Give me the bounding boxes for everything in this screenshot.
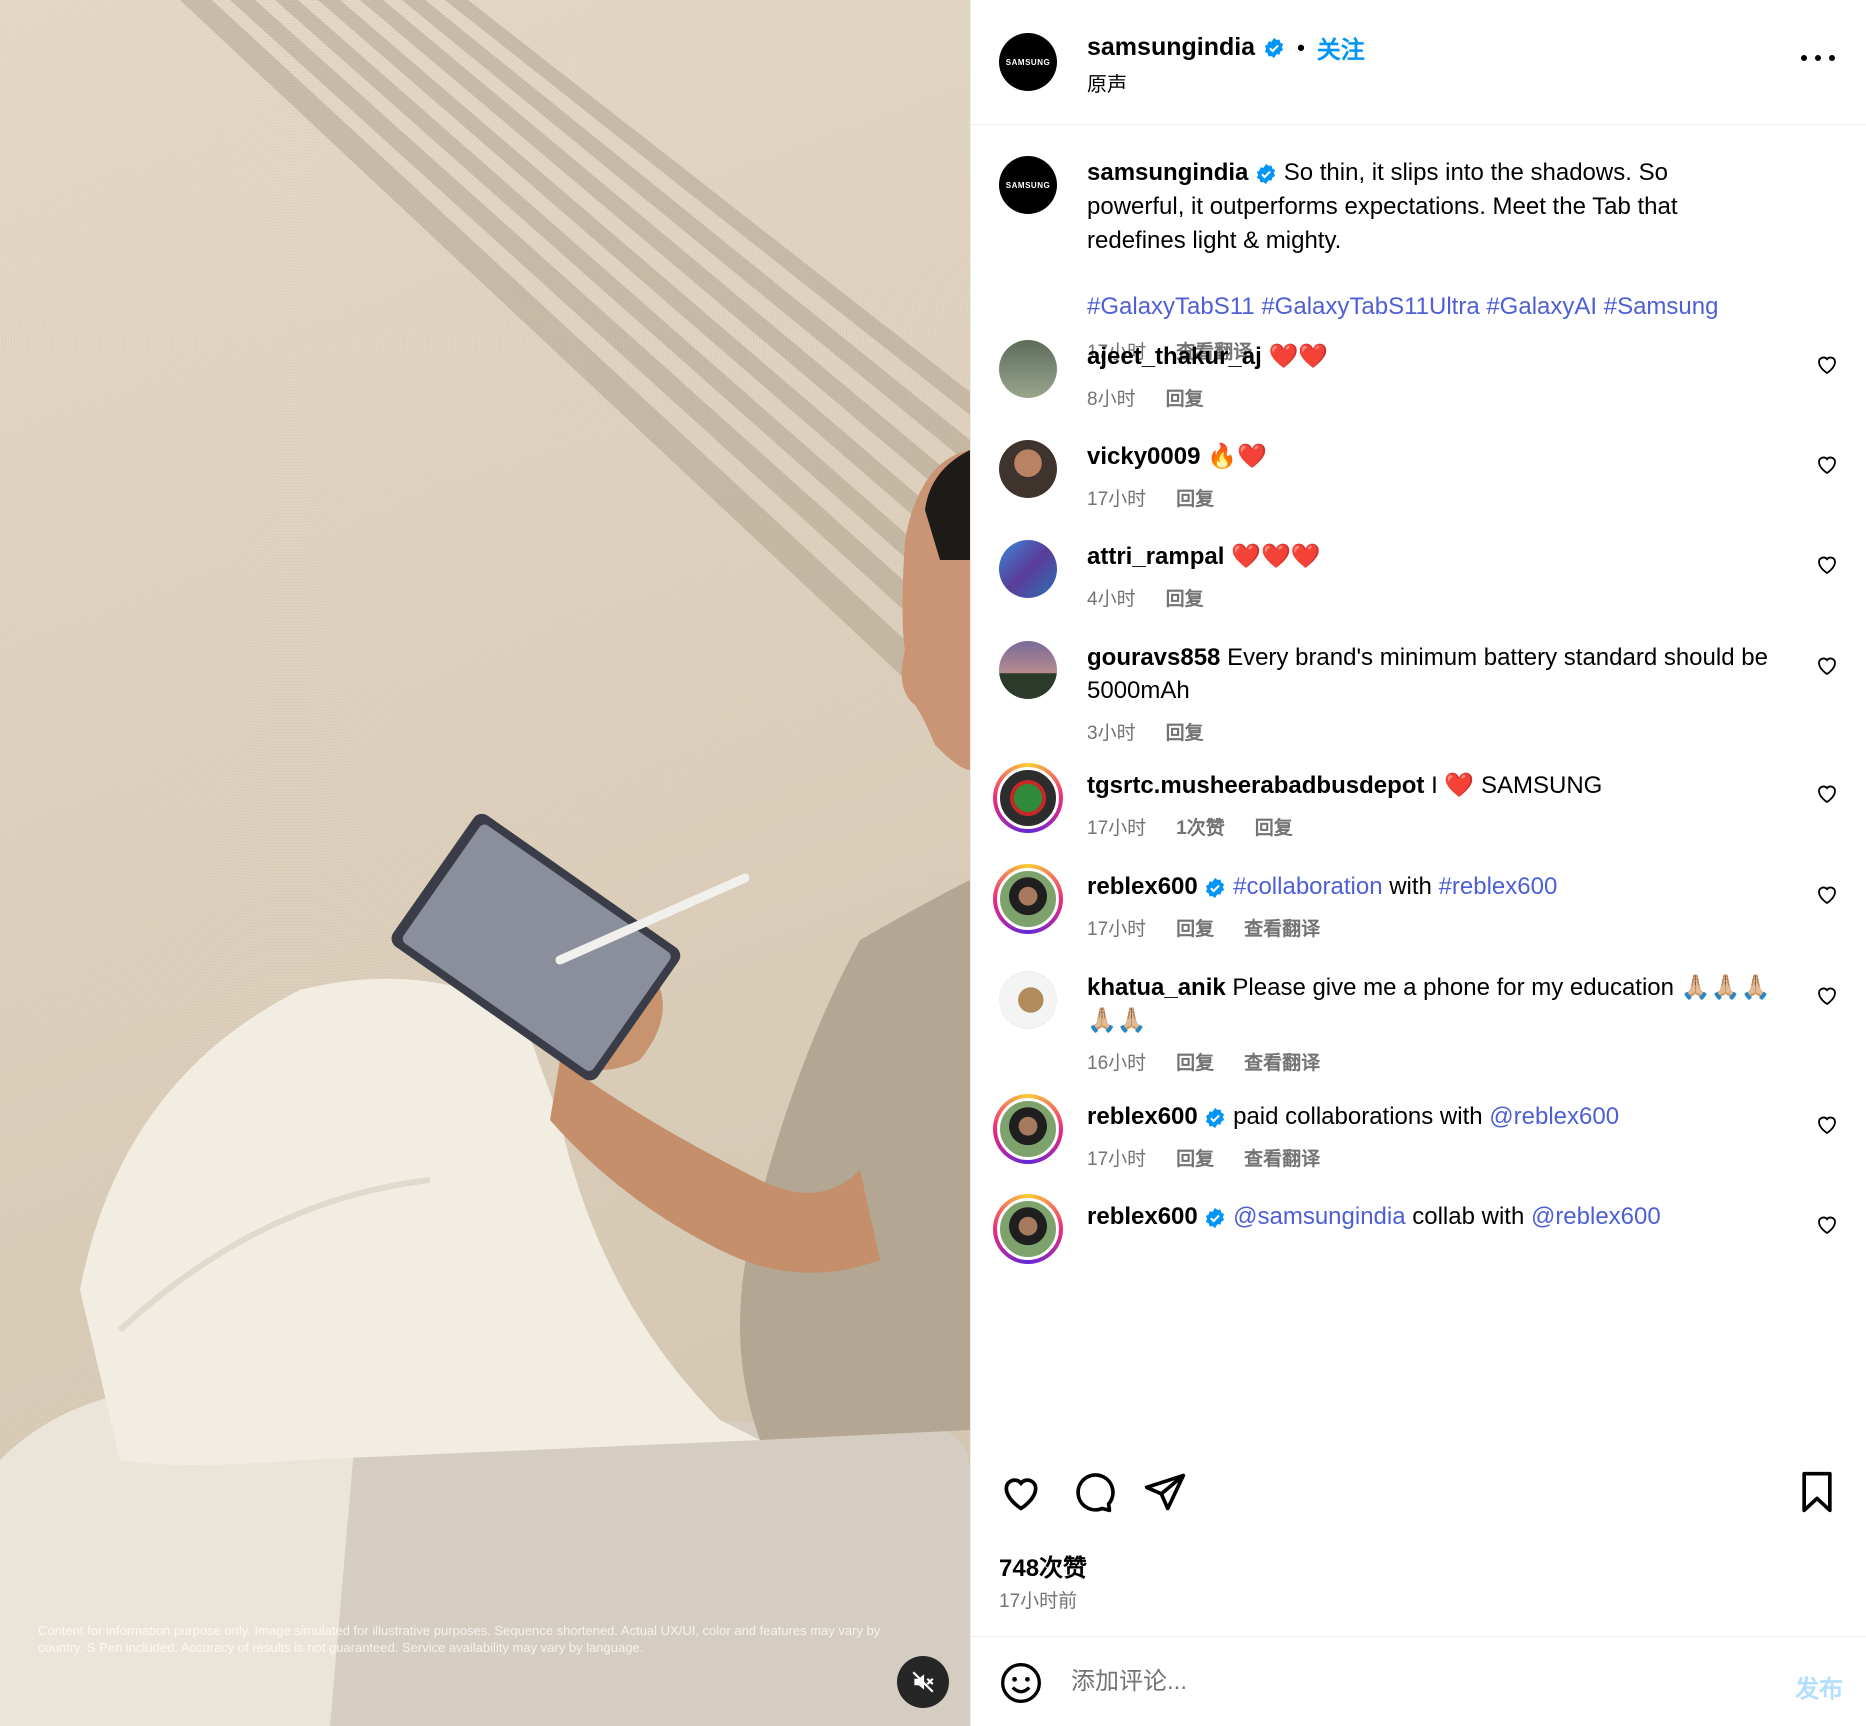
comment-time: 17小时 xyxy=(1087,489,1147,510)
post-actions: 748次赞 17小时前 xyxy=(971,1448,1866,1638)
comment-like-icon[interactable] xyxy=(1815,452,1839,476)
comment-username[interactable]: khatua_anik xyxy=(1087,974,1226,1001)
comment-username[interactable]: reblex600 xyxy=(1087,1203,1198,1230)
reply-button[interactable]: 回复 xyxy=(1255,812,1293,845)
media-disclaimer: Content for information purpose only. Im… xyxy=(38,1623,881,1655)
translate-button[interactable]: 查看翻译 xyxy=(1244,913,1320,946)
comment-mention[interactable]: @reblex600 xyxy=(1489,1103,1619,1130)
reply-button[interactable]: 回复 xyxy=(1166,717,1204,750)
comment-mention[interactable]: @reblex600 xyxy=(1531,1203,1661,1230)
comment-username[interactable]: tgsrtc.musheerabadbusdepot xyxy=(1087,772,1424,799)
comment-username[interactable]: gouravs858 xyxy=(1087,644,1220,671)
commenter-avatar[interactable] xyxy=(993,1194,1063,1264)
comment-time: 17小时 xyxy=(1087,1149,1147,1170)
share-icon[interactable] xyxy=(1143,1470,1187,1514)
comment-text: 🔥❤️ xyxy=(1207,443,1267,470)
follow-button[interactable]: 关注 xyxy=(1317,30,1365,65)
reply-button[interactable]: 回复 xyxy=(1176,483,1214,516)
account-avatar[interactable]: SAMSUNG xyxy=(999,33,1057,91)
comment-time: 16小时 xyxy=(1087,1053,1147,1074)
comment-text: with xyxy=(1382,873,1439,900)
comment-like-icon[interactable] xyxy=(1815,352,1839,376)
commenter-avatar[interactable] xyxy=(999,971,1057,1029)
post-image xyxy=(0,0,970,1726)
verified-badge-icon xyxy=(1206,877,1225,898)
comment-time: 3小时 xyxy=(1087,723,1136,744)
reply-button[interactable]: 回复 xyxy=(1166,583,1204,616)
translate-button[interactable]: 查看翻译 xyxy=(1244,1143,1320,1176)
commenter-avatar[interactable] xyxy=(999,540,1057,598)
comment-like-icon[interactable] xyxy=(1815,552,1839,576)
caption-hashtags[interactable]: #GalaxyTabS11 #GalaxyTabS11Ultra #Galaxy… xyxy=(1087,290,1767,324)
comment-like-icon[interactable] xyxy=(1815,781,1839,805)
commenter-avatar[interactable] xyxy=(999,440,1057,498)
verified-badge-icon xyxy=(1265,37,1284,58)
commenter-avatar[interactable] xyxy=(999,340,1057,398)
comment-like-icon[interactable] xyxy=(1815,882,1839,906)
heart-icon[interactable] xyxy=(999,1470,1043,1514)
verified-badge-icon xyxy=(1206,1107,1225,1128)
reply-button[interactable]: 回复 xyxy=(1176,1047,1214,1080)
verified-badge-icon xyxy=(1206,1207,1225,1228)
header-user-row: samsungindia • 关注 xyxy=(1087,30,1365,65)
reply-button[interactable]: 回复 xyxy=(1166,383,1204,416)
separator-dot: • xyxy=(1297,34,1305,60)
comment-hashtag[interactable]: #collaboration xyxy=(1233,873,1382,900)
reply-button[interactable]: 回复 xyxy=(1176,1143,1214,1176)
post-media[interactable]: Content for information purpose only. Im… xyxy=(0,0,970,1726)
comment-text: paid collaborations with xyxy=(1233,1103,1490,1130)
commenter-avatar[interactable] xyxy=(993,763,1063,833)
like-count[interactable]: 748次赞 xyxy=(999,1548,1087,1583)
comments-list[interactable]: SAMSUNG samsungindia So thin, it slips i… xyxy=(971,126,1866,1448)
comment-text: collab with xyxy=(1405,1203,1531,1230)
comment-likes[interactable]: 1次赞 xyxy=(1176,812,1225,845)
commenter-avatar[interactable] xyxy=(993,864,1063,934)
audio-label[interactable]: 原声 xyxy=(1087,68,1127,97)
header-username[interactable]: samsungindia xyxy=(1087,33,1255,62)
comment-like-icon[interactable] xyxy=(1815,1212,1839,1236)
comment-username[interactable]: attri_rampal xyxy=(1087,543,1224,570)
emoji-icon[interactable] xyxy=(999,1661,1043,1705)
comment-like-icon[interactable] xyxy=(1815,1112,1839,1136)
mute-icon xyxy=(912,1671,934,1693)
post-time: 17小时前 xyxy=(999,1591,1078,1612)
reply-button[interactable]: 回复 xyxy=(1176,913,1214,946)
comment-username[interactable]: vicky0009 xyxy=(1087,443,1200,470)
mute-button[interactable] xyxy=(897,1656,949,1708)
comment-like-icon[interactable] xyxy=(1815,653,1839,677)
commenter-avatar[interactable] xyxy=(993,1094,1063,1164)
verified-badge-icon xyxy=(1256,163,1276,184)
comment-text: ❤️❤️ xyxy=(1268,343,1329,370)
comment-time: 17小时 xyxy=(1087,818,1147,839)
comment-time: 8小时 xyxy=(1087,389,1136,410)
comment-icon[interactable] xyxy=(1071,1470,1115,1514)
comment-time: 4小时 xyxy=(1087,589,1136,610)
comment-text: I ❤️ SAMSUNG xyxy=(1431,772,1603,799)
comment-username[interactable]: reblex600 xyxy=(1087,873,1198,900)
caption-username[interactable]: samsungindia xyxy=(1087,159,1248,186)
more-icon xyxy=(1801,55,1807,61)
comment-like-icon[interactable] xyxy=(1815,983,1839,1007)
caption-avatar[interactable]: SAMSUNG xyxy=(999,156,1057,214)
post-header: SAMSUNG samsungindia • 关注 原声 xyxy=(971,0,1866,125)
comment-hashtag[interactable]: #reblex600 xyxy=(1439,873,1558,900)
bookmark-icon[interactable] xyxy=(1795,1470,1839,1514)
post-comment-button[interactable]: 发布 xyxy=(1795,1669,1843,1704)
post-sidebar: SAMSUNG samsungindia • 关注 原声 SAMSUNG sam… xyxy=(970,0,1866,1726)
comment-username[interactable]: reblex600 xyxy=(1087,1103,1198,1130)
comment-username[interactable]: ajeet_thakur_aj xyxy=(1087,343,1262,370)
add-comment-bar: 发布 xyxy=(971,1636,1866,1726)
commenter-avatar[interactable] xyxy=(999,641,1057,699)
comment-input[interactable] xyxy=(1071,1657,1691,1707)
more-options-button[interactable] xyxy=(1801,48,1835,68)
comment-time: 17小时 xyxy=(1087,919,1147,940)
comment-mention[interactable]: @samsungindia xyxy=(1233,1203,1405,1230)
comment-text: ❤️❤️❤️ xyxy=(1231,543,1321,570)
translate-button[interactable]: 查看翻译 xyxy=(1244,1047,1320,1080)
